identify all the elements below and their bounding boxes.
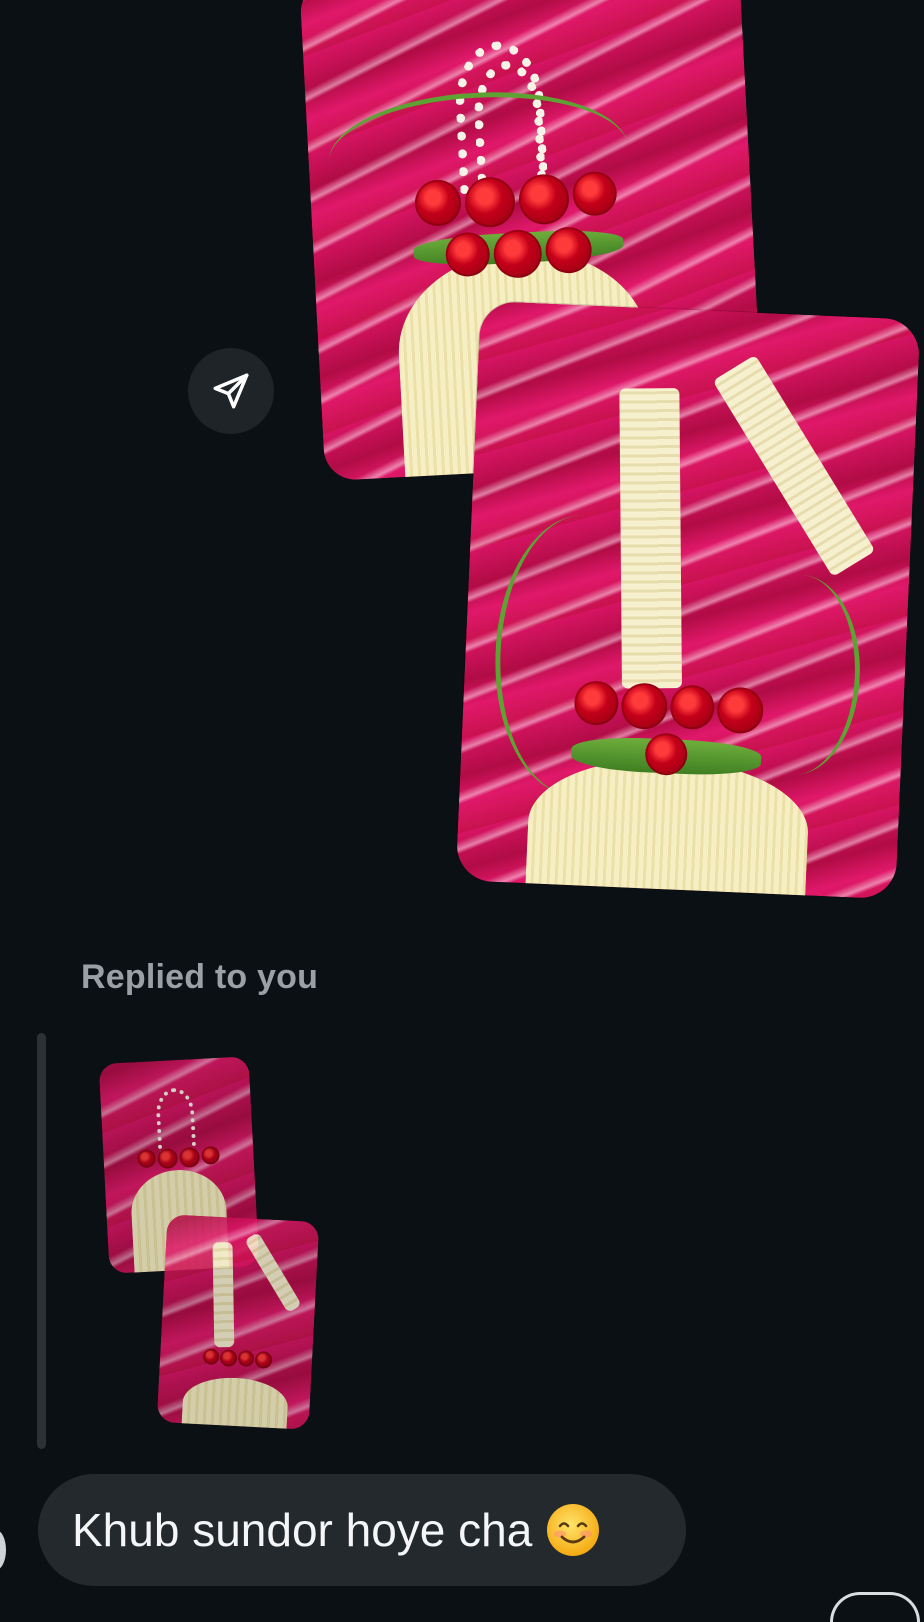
crochet-strap-right (244, 1231, 302, 1314)
share-button[interactable] (188, 348, 274, 434)
rose-cluster (133, 1145, 224, 1171)
next-message-edge (830, 1592, 920, 1622)
pearl-handle (154, 1087, 197, 1154)
crochet-strap-left (212, 1242, 235, 1348)
quoted-photo-2[interactable] (156, 1214, 320, 1430)
crochet-strap-right (712, 354, 876, 577)
message-bubble[interactable]: Khub sundor hoye cha (38, 1474, 686, 1586)
reply-quote-bar (37, 1033, 46, 1449)
replied-to-you-label: Replied to you (81, 958, 319, 996)
rose-cluster (560, 680, 774, 780)
shared-photo-2[interactable] (455, 300, 921, 900)
bag-body (180, 1375, 289, 1430)
rose-cluster (405, 170, 630, 283)
rose-cluster (195, 1348, 281, 1369)
avatar[interactable] (0, 1530, 6, 1570)
send-icon (210, 370, 252, 412)
smiling-face-emoji (546, 1503, 600, 1557)
message-text: Khub sundor hoye cha (72, 1504, 533, 1556)
